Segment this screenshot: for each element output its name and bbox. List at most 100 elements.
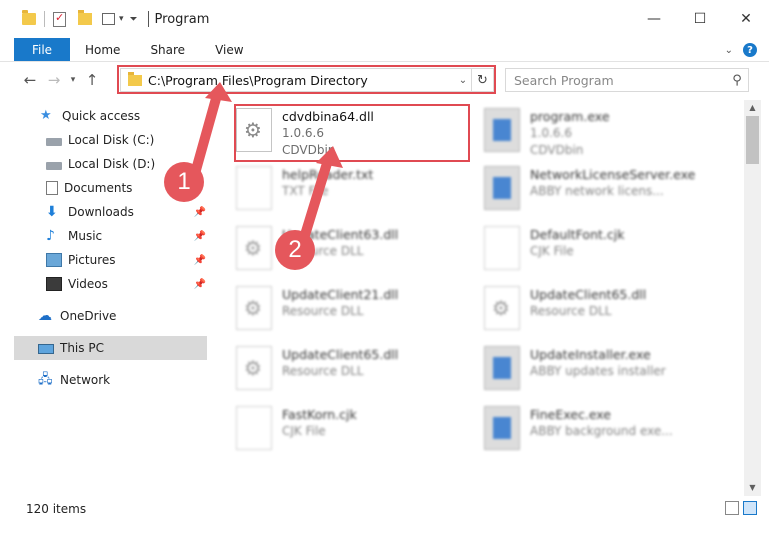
details-view-button[interactable] bbox=[725, 501, 739, 515]
file-item-updateinstaller[interactable]: UpdateInstaller.exe ABBY updates install… bbox=[484, 346, 666, 402]
file-item-program-exe[interactable]: program.exe 1.0.6.6 CDVDbin bbox=[484, 108, 610, 164]
documents-icon bbox=[46, 181, 58, 195]
tab-view[interactable]: View bbox=[200, 38, 258, 61]
vertical-scrollbar[interactable]: ▲ ▼ bbox=[744, 100, 761, 496]
file-type: ABBY network licens... bbox=[530, 184, 664, 198]
computer-icon bbox=[38, 343, 54, 354]
file-item-defaultfont[interactable]: DefaultFont.cjk CJK File bbox=[484, 226, 624, 282]
pin-icon[interactable]: 📌 bbox=[194, 279, 206, 290]
sidebar-item-label: Network bbox=[60, 373, 111, 387]
search-icon[interactable]: ⚲ bbox=[726, 73, 748, 88]
file-item-networklicenseserver[interactable]: NetworkLicenseServer.exe ABBY network li… bbox=[484, 166, 695, 222]
sidebar-item-pictures[interactable]: Pictures 📌 bbox=[0, 248, 208, 272]
pin-icon[interactable]: 📌 bbox=[194, 231, 206, 242]
sidebar-item-label: Local Disk (D:) bbox=[68, 157, 156, 171]
search-box[interactable]: Search Program ⚲ bbox=[505, 68, 749, 92]
chevron-down-icon[interactable]: ▾ bbox=[119, 14, 124, 24]
view-icon[interactable] bbox=[102, 13, 115, 25]
file-name: NetworkLicenseServer.exe bbox=[530, 167, 696, 182]
forward-button[interactable]: → bbox=[42, 71, 66, 89]
file-name: program.exe bbox=[530, 109, 610, 124]
annotation-badge-2: 2 bbox=[275, 230, 315, 270]
sidebar-item-label: Videos bbox=[68, 277, 108, 291]
tab-home[interactable]: Home bbox=[70, 38, 135, 61]
drive-icon bbox=[46, 137, 62, 146]
sidebar-item-quick-access[interactable]: ★ Quick access bbox=[0, 104, 208, 128]
file-type: Resource DLL bbox=[282, 304, 364, 318]
pin-icon[interactable]: 📌 bbox=[194, 207, 206, 218]
status-bar: 120 items bbox=[0, 498, 769, 520]
file-type: ABBY background exe... bbox=[530, 424, 673, 438]
window-title: Program bbox=[154, 11, 210, 27]
dll-file-icon bbox=[484, 286, 520, 330]
sidebar-item-videos[interactable]: Videos 📌 bbox=[0, 272, 208, 296]
annotation-badge-1: 1 bbox=[164, 162, 204, 202]
file-name: UpdateClient65.dll bbox=[530, 287, 647, 302]
sidebar-item-downloads[interactable]: ⬇ Downloads 📌 bbox=[0, 200, 208, 224]
file-item-updateclient21[interactable]: UpdateClient21.dll Resource DLL bbox=[236, 286, 398, 342]
maximize-button[interactable]: ☐ bbox=[677, 0, 723, 38]
new-folder-icon[interactable] bbox=[78, 10, 92, 25]
sidebar-item-label: OneDrive bbox=[60, 309, 117, 323]
sidebar-item-label: Local Disk (C:) bbox=[68, 133, 155, 147]
pin-icon[interactable]: 📌 bbox=[194, 255, 206, 266]
file-type: TXT File bbox=[282, 184, 329, 198]
file-item-fastkorn[interactable]: FastKorn.cjk CJK File bbox=[236, 406, 357, 462]
toolbar-divider bbox=[44, 11, 45, 27]
download-icon: ⬇ bbox=[46, 204, 58, 220]
generic-file-icon bbox=[484, 226, 520, 270]
file-item-helpreader[interactable]: helpReader.txt TXT File bbox=[236, 166, 373, 222]
sidebar-item-label: Pictures bbox=[68, 253, 116, 267]
exe-file-icon bbox=[484, 108, 520, 152]
sidebar-item-label: Quick access bbox=[62, 109, 141, 123]
sidebar-item-network[interactable]: 🖧 Network bbox=[0, 368, 208, 392]
tiles-view-button[interactable] bbox=[743, 501, 757, 515]
up-button[interactable]: ↑ bbox=[80, 71, 104, 89]
tab-file[interactable]: File bbox=[14, 38, 70, 61]
recent-locations-button[interactable]: ▾ bbox=[66, 75, 80, 85]
file-type: CJK File bbox=[282, 424, 326, 438]
item-count: 120 items bbox=[26, 502, 87, 516]
folder-icon bbox=[22, 10, 36, 25]
title-bar: ▾ ⏷ Program — ☐ ✕ bbox=[0, 0, 769, 38]
text-file-icon bbox=[236, 166, 272, 210]
properties-icon[interactable] bbox=[53, 11, 66, 27]
file-name: UpdateClient65.dll bbox=[282, 347, 399, 362]
file-highlight-box bbox=[234, 104, 470, 162]
back-button[interactable]: ← bbox=[18, 71, 42, 89]
file-item-updateclient65[interactable]: UpdateClient65.dll Resource DLL bbox=[484, 286, 646, 342]
file-item-updateclient65-b[interactable]: UpdateClient65.dll Resource DLL bbox=[236, 346, 398, 402]
sidebar-item-local-disk-c[interactable]: Local Disk (C:) bbox=[0, 128, 208, 152]
sidebar-item-music[interactable]: ♪ Music 📌 bbox=[0, 224, 208, 248]
navigation-pane: ★ Quick access Local Disk (C:) Local Dis… bbox=[0, 100, 214, 492]
scroll-up-button[interactable]: ▲ bbox=[744, 100, 761, 116]
close-button[interactable]: ✕ bbox=[723, 0, 769, 38]
file-name: UpdateInstaller.exe bbox=[530, 347, 651, 362]
customize-toolbar-icon[interactable]: ⏷ bbox=[130, 14, 138, 25]
sidebar-item-this-pc[interactable]: This PC bbox=[14, 336, 207, 360]
file-item-fineexec[interactable]: FineExec.exe ABBY background exe... bbox=[484, 406, 673, 462]
tab-share[interactable]: Share bbox=[135, 38, 200, 61]
file-item-updateclient63[interactable]: UpdateClient63.dll Resource DLL bbox=[236, 226, 398, 282]
file-type: Resource DLL bbox=[530, 304, 612, 318]
scroll-thumb[interactable] bbox=[746, 116, 759, 164]
expand-ribbon-icon[interactable]: ⌄ bbox=[725, 45, 733, 56]
window-controls: — ☐ ✕ bbox=[631, 0, 769, 38]
file-version: 1.0.6.6 bbox=[530, 126, 572, 140]
exe-file-icon bbox=[484, 346, 520, 390]
exe-file-icon bbox=[484, 166, 520, 210]
file-type: ABBY updates installer bbox=[530, 364, 666, 378]
dll-file-icon bbox=[236, 226, 272, 270]
ribbon-right-controls: ⌄ ? bbox=[725, 38, 769, 62]
scroll-down-button[interactable]: ▼ bbox=[744, 480, 761, 496]
generic-file-icon bbox=[236, 406, 272, 450]
ribbon-tabs: File Home Share View ⌄ ? bbox=[0, 38, 769, 62]
view-switcher bbox=[721, 501, 757, 515]
address-highlight-box bbox=[117, 65, 496, 94]
minimize-button[interactable]: — bbox=[631, 0, 677, 38]
search-input[interactable]: Search Program bbox=[506, 73, 726, 88]
videos-icon bbox=[46, 277, 62, 291]
sidebar-item-onedrive[interactable]: ☁ OneDrive bbox=[0, 304, 208, 328]
sidebar-item-label: Downloads bbox=[68, 205, 134, 219]
help-icon[interactable]: ? bbox=[743, 43, 757, 57]
